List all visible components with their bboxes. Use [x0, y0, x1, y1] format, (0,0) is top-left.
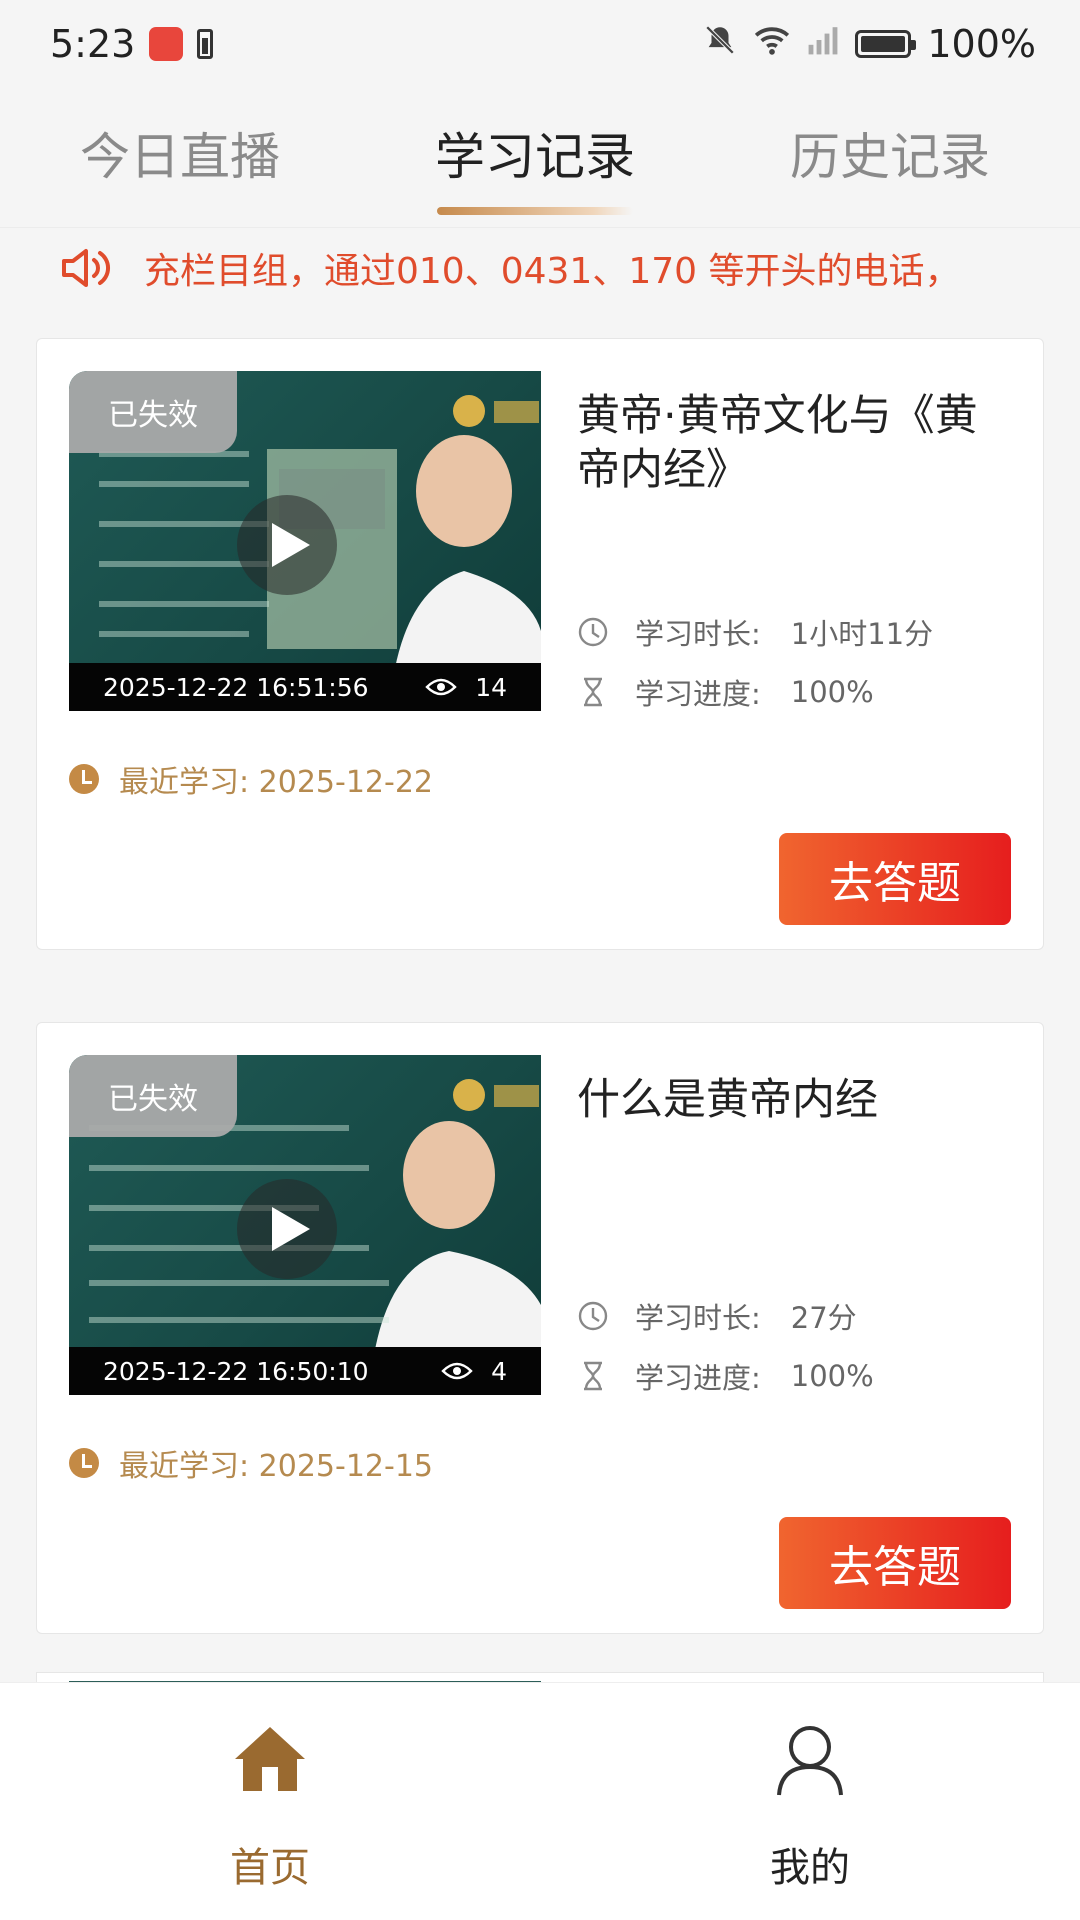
- study-duration-label: 学习时长:: [635, 617, 761, 651]
- eye-icon: [425, 678, 457, 696]
- battery-saver-icon: [197, 29, 214, 59]
- recent-study: 最近学习: 2025-12-15: [69, 1441, 433, 1485]
- recent-clock-icon: [69, 764, 99, 794]
- nav-home[interactable]: 首页: [120, 1719, 420, 1920]
- huawei-app-icon: [149, 27, 184, 61]
- study-duration: 学习时长: 27分: [577, 1295, 857, 1337]
- study-duration-label: 学习时长:: [635, 1301, 761, 1335]
- study-progress-value: 100%: [790, 1359, 874, 1393]
- tab-bar: 今日直播 学习记录 历史记录: [0, 88, 1080, 228]
- study-progress-label: 学习进度:: [635, 1361, 761, 1395]
- hourglass-icon: [584, 1361, 602, 1391]
- video-info-bar: 2025-12-22 16:51:56 14: [69, 663, 541, 711]
- expired-badge: 已失效: [69, 1055, 237, 1137]
- recent-study-date: 最近学习: 2025-12-22: [119, 765, 433, 800]
- nav-profile-label: 我的: [770, 1845, 850, 1891]
- notice-text: 充栏目组，通过010、0431、170 等开头的电话，: [144, 251, 961, 292]
- view-count: 4: [441, 1357, 507, 1386]
- study-duration: 学习时长: 1小时11分: [577, 611, 933, 653]
- user-icon: [777, 1726, 843, 1796]
- battery-percent: 100%: [927, 22, 1036, 66]
- study-progress-label: 学习进度:: [635, 677, 761, 711]
- lesson-title[interactable]: 黄帝·黄帝文化与《黄帝内经》: [577, 389, 1017, 497]
- answer-quiz-button[interactable]: 去答题: [779, 1517, 1011, 1609]
- study-duration-value: 1小时11分: [790, 617, 934, 651]
- video-info-bar: 2025-12-22 16:50:10 4: [69, 1347, 541, 1395]
- study-progress: 学习进度: 100%: [577, 671, 874, 713]
- home-icon: [235, 1727, 305, 1791]
- tab-today-live[interactable]: 今日直播: [80, 117, 280, 189]
- play-icon[interactable]: [237, 1179, 337, 1279]
- battery-icon: [855, 30, 917, 58]
- clock: 5:23: [50, 22, 136, 66]
- view-count-value: 4: [491, 1356, 507, 1386]
- hourglass-icon: [584, 677, 602, 707]
- recent-study-date: 最近学习: 2025-12-15: [119, 1449, 433, 1484]
- video-timestamp: 2025-12-22 16:51:56: [103, 672, 369, 702]
- record-card: 已失效 2025-12-22 16:50:10 4 什么是黄帝内经 学习时长: …: [36, 1022, 1044, 1634]
- mute-bell-icon: [703, 23, 737, 65]
- expired-badge: 已失效: [69, 371, 237, 453]
- speaker-icon: [62, 249, 110, 287]
- study-progress: 学习进度: 100%: [577, 1355, 874, 1397]
- video-timestamp: 2025-12-22 16:50:10: [103, 1356, 369, 1386]
- answer-quiz-button[interactable]: 去答题: [779, 833, 1011, 925]
- bottom-nav: 首页 我的: [0, 1682, 1080, 1920]
- clock-icon: [578, 617, 608, 647]
- nav-home-label: 首页: [230, 1845, 310, 1891]
- view-count-value: 14: [475, 672, 507, 702]
- study-progress-value: 100%: [790, 675, 874, 709]
- view-count: 14: [425, 673, 507, 702]
- play-icon[interactable]: [237, 495, 337, 595]
- clock-icon: [578, 1301, 608, 1331]
- signal-icon: [807, 24, 839, 64]
- video-thumbnail[interactable]: 已失效 2025-12-22 16:51:56 14: [69, 371, 541, 711]
- status-bar: 5:23 100%: [0, 0, 1080, 88]
- eye-icon: [441, 1362, 473, 1380]
- tab-history[interactable]: 历史记录: [790, 117, 990, 189]
- lesson-title[interactable]: 什么是黄帝内经: [577, 1073, 1017, 1127]
- notice-bar: 充栏目组，通过010、0431、170 等开头的电话，: [0, 228, 1080, 308]
- wifi-icon: [753, 24, 791, 64]
- recent-study: 最近学习: 2025-12-22: [69, 757, 433, 801]
- record-card: 已失效 2025-12-22 16:51:56 14 黄帝·黄帝文化与《黄帝内经…: [36, 338, 1044, 950]
- video-thumbnail[interactable]: 已失效 2025-12-22 16:50:10 4: [69, 1055, 541, 1395]
- nav-profile[interactable]: 我的: [660, 1719, 960, 1920]
- study-duration-value: 27分: [790, 1301, 857, 1335]
- tab-study-records[interactable]: 学习记录: [435, 117, 635, 215]
- recent-clock-icon: [69, 1448, 99, 1478]
